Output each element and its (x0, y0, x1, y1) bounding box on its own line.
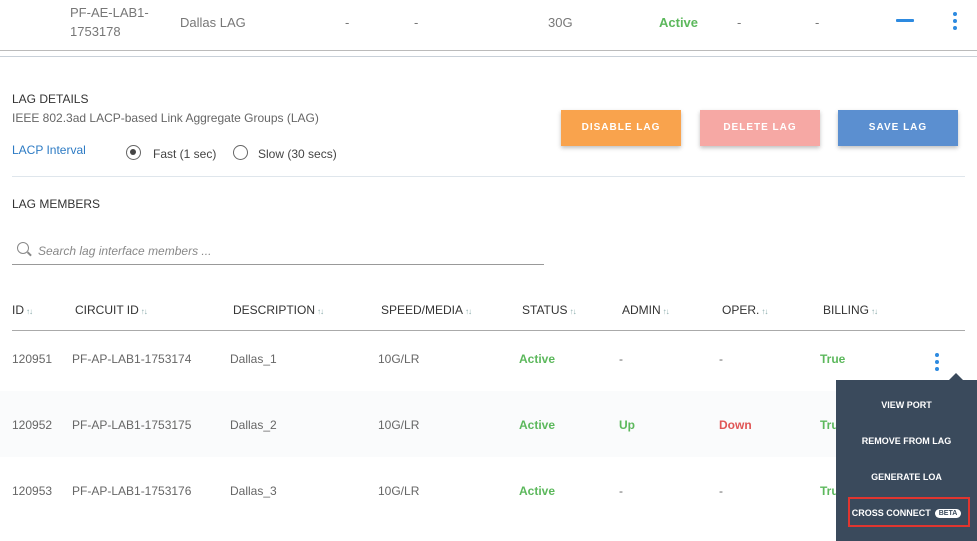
radio-slow[interactable] (233, 145, 248, 165)
search-bar (12, 238, 544, 265)
table-row[interactable]: 120951 PF-AP-LAB1-1753174 Dallas_1 10G/L… (0, 325, 977, 391)
cell-status: Active (519, 484, 556, 498)
lag-details-title: LAG DETAILS (12, 92, 89, 106)
cell-oper: - (719, 484, 723, 498)
radio-fast-label: Fast (1 sec) (153, 147, 217, 161)
save-lag-button[interactable]: SAVE LAG (838, 110, 958, 146)
lag-row: PF-AE-LAB1- 1753178 Dallas LAG - - 30G A… (0, 0, 977, 50)
radio-fast-indicator[interactable] (126, 145, 141, 160)
menu-item-generate-loa[interactable]: GENERATE LOA (836, 472, 977, 482)
header-admin[interactable]: ADMIN ↑↓ (622, 303, 670, 317)
header-speed-media-label: SPEED/MEDIA (381, 303, 464, 317)
menu-item-view-port[interactable]: VIEW PORT (836, 400, 977, 410)
header-circuit-id[interactable]: CIRCUIT ID ↑↓ (75, 303, 148, 317)
header-id[interactable]: ID ↑↓ (12, 303, 33, 317)
lag-dash-4: - (815, 15, 820, 30)
cell-id: 120951 (12, 352, 53, 366)
lacp-interval-label: LACP Interval (12, 143, 86, 157)
sort-icon[interactable]: ↑↓ (871, 307, 878, 316)
section-divider (0, 56, 977, 57)
cell-speed: 10G/LR (378, 484, 420, 498)
sort-icon[interactable]: ↑↓ (141, 307, 148, 316)
radio-slow-indicator[interactable] (233, 145, 248, 160)
lag-kebab-menu-icon[interactable] (953, 12, 957, 33)
cell-status: Active (519, 352, 556, 366)
cross-connect-highlight (848, 497, 970, 527)
cell-id: 120953 (12, 484, 53, 498)
header-admin-label: ADMIN (622, 303, 661, 317)
delete-lag-button[interactable]: DELETE LAG (700, 110, 820, 146)
table-row[interactable]: 120952 PF-AP-LAB1-1753175 Dallas_2 10G/L… (0, 391, 977, 457)
sort-icon[interactable]: ↑↓ (26, 307, 33, 316)
section-divider-members (12, 176, 965, 177)
lag-speed: 30G (548, 15, 573, 30)
row-divider (0, 50, 977, 51)
lag-circuit-id-line2: 1753178 (70, 24, 121, 39)
header-status[interactable]: STATUS ↑↓ (522, 303, 577, 317)
table-row[interactable]: 120953 PF-AP-LAB1-1753176 Dallas_3 10G/L… (0, 457, 977, 523)
header-billing-label: BILLING (823, 303, 870, 317)
header-speed-media[interactable]: SPEED/MEDIA ↑↓ (381, 303, 472, 317)
cell-admin: - (619, 484, 623, 498)
lag-circuit-id-line1: PF-AE-LAB1- (70, 5, 149, 20)
collapse-icon[interactable] (896, 19, 914, 22)
lag-details-subtitle: IEEE 802.3ad LACP-based Link Aggregate G… (12, 111, 319, 125)
cell-description: Dallas_3 (230, 484, 277, 498)
cell-status: Active (519, 418, 556, 432)
cell-speed: 10G/LR (378, 418, 420, 432)
header-billing[interactable]: BILLING ↑↓ (823, 303, 878, 317)
header-oper-label: OPER. (722, 303, 760, 317)
cell-oper: Down (719, 418, 752, 432)
cell-circuit-id: PF-AP-LAB1-1753175 (72, 418, 192, 432)
header-description[interactable]: DESCRIPTION ↑↓ (233, 303, 324, 317)
sort-icon[interactable]: ↑↓ (465, 307, 472, 316)
lag-members-title: LAG MEMBERS (12, 197, 101, 211)
cell-oper: - (719, 352, 723, 366)
header-description-label: DESCRIPTION (233, 303, 316, 317)
cell-description: Dallas_1 (230, 352, 277, 366)
cell-admin: Up (619, 418, 635, 432)
menu-caret (949, 373, 963, 380)
cell-speed: 10G/LR (378, 352, 420, 366)
cell-id: 120952 (12, 418, 53, 432)
lag-status: Active (659, 15, 699, 30)
disable-lag-button[interactable]: DISABLE LAG (561, 110, 681, 146)
lag-dash-1: - (345, 15, 350, 30)
cell-circuit-id: PF-AP-LAB1-1753176 (72, 484, 192, 498)
radio-fast[interactable] (126, 145, 141, 165)
header-id-label: ID (12, 303, 24, 317)
header-circuit-id-label: CIRCUIT ID (75, 303, 139, 317)
sort-icon[interactable]: ↑↓ (663, 307, 670, 316)
sort-icon[interactable]: ↑↓ (317, 307, 324, 316)
menu-item-remove-from-lag[interactable]: REMOVE FROM LAG (836, 436, 977, 446)
lag-dash-3: - (737, 15, 742, 30)
header-status-label: STATUS (522, 303, 568, 317)
cell-description: Dallas_2 (230, 418, 277, 432)
radio-slow-label: Slow (30 secs) (258, 147, 337, 161)
search-input[interactable] (38, 241, 538, 261)
cell-admin: - (619, 352, 623, 366)
search-icon (17, 242, 29, 254)
row-kebab-menu-icon[interactable] (935, 353, 939, 374)
lag-description: Dallas LAG (180, 15, 246, 30)
sort-icon[interactable]: ↑↓ (570, 307, 577, 316)
cell-circuit-id: PF-AP-LAB1-1753174 (72, 352, 192, 366)
cell-billing: True (820, 352, 846, 366)
header-oper[interactable]: OPER. ↑↓ (722, 303, 768, 317)
lag-dash-2: - (414, 15, 419, 30)
sort-icon[interactable]: ↑↓ (761, 307, 768, 316)
